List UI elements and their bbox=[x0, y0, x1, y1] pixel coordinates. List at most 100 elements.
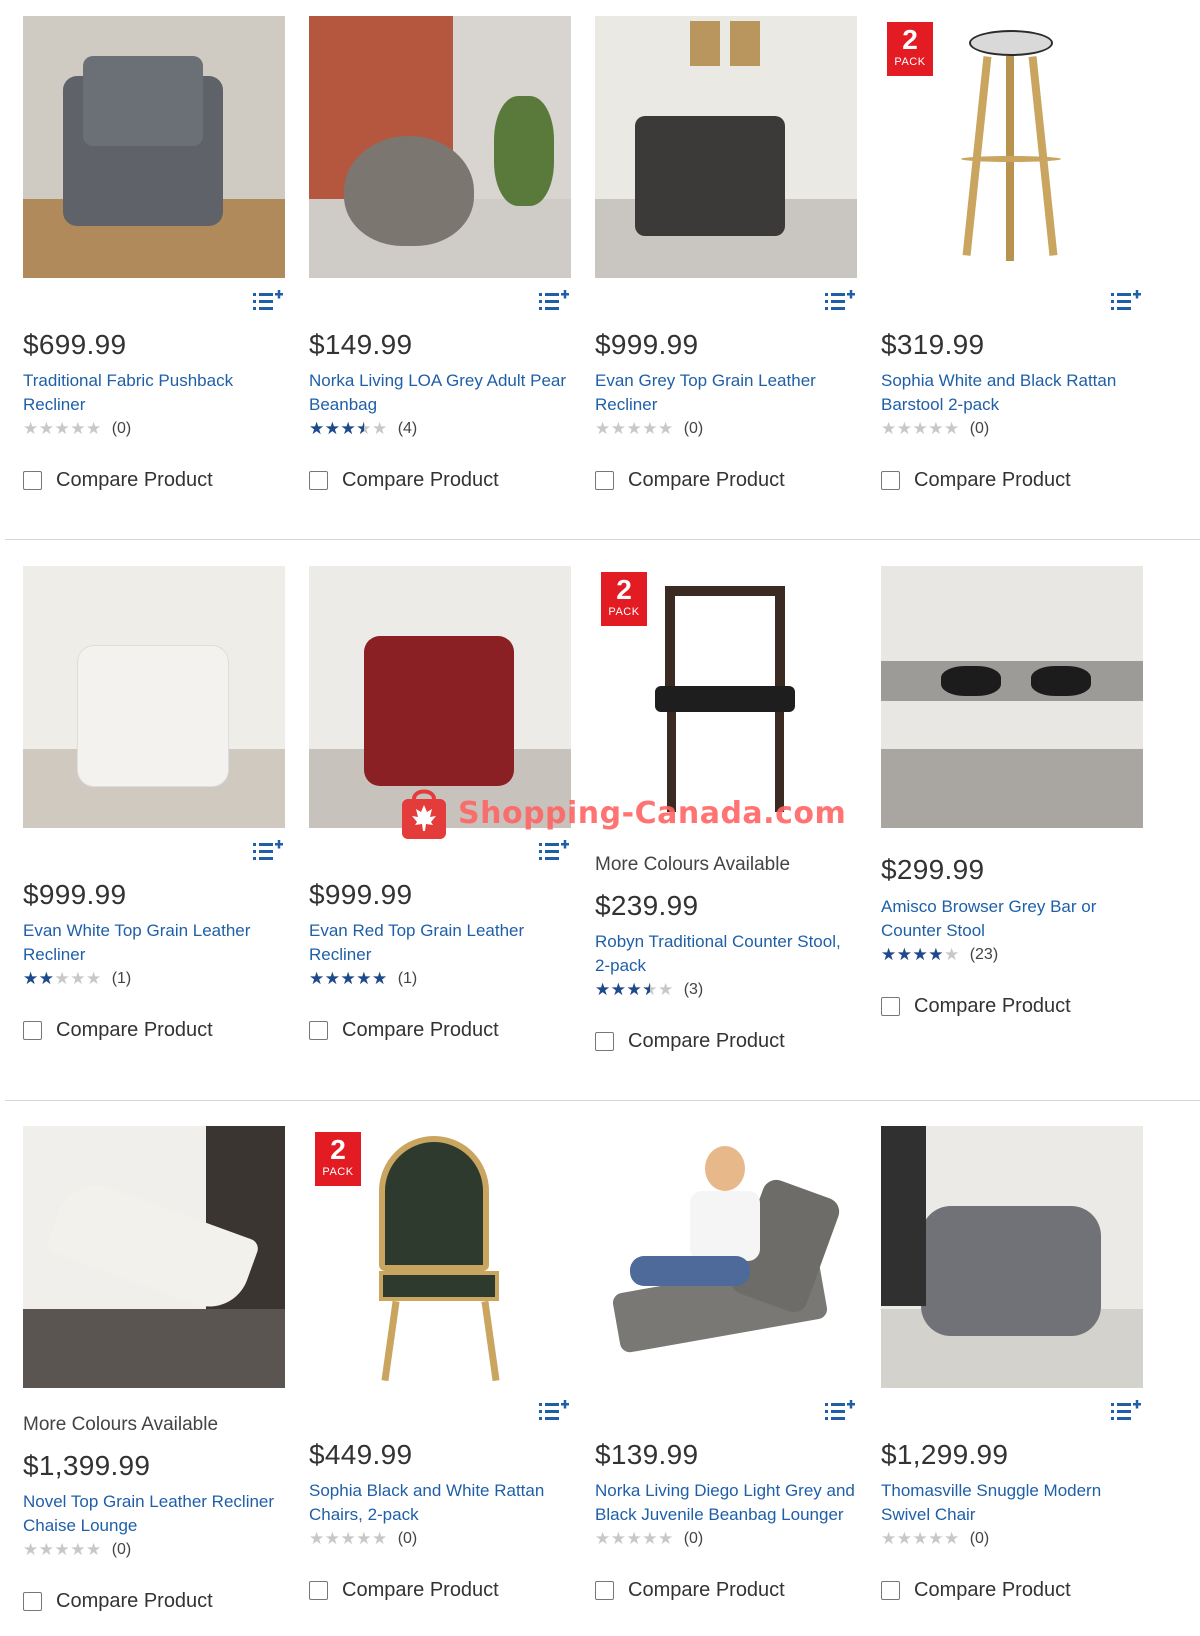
review-count: (0) bbox=[683, 420, 704, 437]
rating-stars-fill: ★★★★★ bbox=[309, 970, 388, 988]
add-to-list-icon[interactable] bbox=[253, 290, 283, 312]
product-title-link[interactable]: Norka Living LOA Grey Adult Pear Beanbag bbox=[309, 369, 571, 417]
compare-product-checkbox[interactable]: Compare Product bbox=[23, 469, 213, 492]
site-watermark: Shopping-Canada.com bbox=[398, 783, 846, 843]
product-image[interactable] bbox=[23, 16, 285, 278]
compare-product-checkbox[interactable]: Compare Product bbox=[595, 1579, 785, 1602]
checkbox[interactable] bbox=[309, 1581, 328, 1600]
product-image[interactable] bbox=[595, 1126, 857, 1388]
product-title-link[interactable]: Evan White Top Grain Leather Recliner bbox=[23, 919, 285, 967]
product-title-link[interactable]: Sophia Black and White Rattan Chairs, 2-… bbox=[309, 1479, 571, 1527]
product-image[interactable]: 2 PACK bbox=[881, 16, 1143, 278]
rating-stars-fill: ★★★★★ bbox=[595, 981, 650, 999]
product-title-link[interactable]: Norka Living Diego Light Grey and Black … bbox=[595, 1479, 857, 1527]
product-price: $999.99 bbox=[23, 879, 127, 910]
product-price: $1,299.99 bbox=[881, 1439, 1009, 1470]
review-count: (0) bbox=[969, 420, 990, 437]
checkbox[interactable] bbox=[595, 1581, 614, 1600]
product-rating[interactable]: ★★★★★★★★★★ (0) bbox=[881, 1530, 989, 1548]
product-image[interactable] bbox=[881, 566, 1143, 828]
compare-label: Compare Product bbox=[56, 469, 213, 491]
product-title-link[interactable]: Amisco Browser Grey Bar or Counter Stool bbox=[881, 895, 1143, 943]
product-rating[interactable]: ★★★★★★★★★★ (0) bbox=[23, 420, 131, 438]
product-price: $149.99 bbox=[309, 329, 413, 360]
add-to-list-icon[interactable] bbox=[539, 290, 569, 312]
product-price: $999.99 bbox=[309, 879, 413, 910]
add-to-list-icon[interactable] bbox=[1111, 290, 1141, 312]
compare-label: Compare Product bbox=[342, 469, 499, 491]
product-price: $239.99 bbox=[595, 890, 699, 921]
product-image[interactable] bbox=[23, 1126, 285, 1388]
product-title-link[interactable]: Traditional Fabric Pushback Recliner bbox=[23, 369, 285, 417]
add-to-list-icon[interactable] bbox=[539, 840, 569, 862]
checkbox[interactable] bbox=[881, 997, 900, 1016]
add-to-list-icon[interactable] bbox=[825, 1400, 855, 1422]
product-image[interactable] bbox=[881, 1126, 1143, 1388]
compare-product-checkbox[interactable]: Compare Product bbox=[309, 1019, 499, 1042]
add-to-list-icon[interactable] bbox=[253, 840, 283, 862]
product-title-link[interactable]: Thomasville Snuggle Modern Swivel Chair bbox=[881, 1479, 1143, 1527]
compare-product-checkbox[interactable]: Compare Product bbox=[881, 1579, 1071, 1602]
product-image[interactable] bbox=[23, 566, 285, 828]
checkbox[interactable] bbox=[881, 471, 900, 490]
compare-product-checkbox[interactable]: Compare Product bbox=[23, 1590, 213, 1613]
product-price: $139.99 bbox=[595, 1439, 699, 1470]
review-count: (0) bbox=[111, 1541, 132, 1558]
compare-product-checkbox[interactable]: Compare Product bbox=[595, 1030, 785, 1053]
product-rating[interactable]: ★★★★★★★★★★ (4) bbox=[309, 420, 417, 438]
product-image[interactable] bbox=[595, 16, 857, 278]
compare-product-checkbox[interactable]: Compare Product bbox=[881, 995, 1071, 1018]
product-rating[interactable]: ★★★★★★★★★★ (3) bbox=[595, 981, 703, 999]
compare-product-checkbox[interactable]: Compare Product bbox=[309, 1579, 499, 1602]
product-rating[interactable]: ★★★★★★★★★★ (0) bbox=[595, 420, 703, 438]
row-divider bbox=[5, 539, 1200, 540]
product-price: $319.99 bbox=[881, 329, 985, 360]
compare-product-checkbox[interactable]: Compare Product bbox=[23, 1019, 213, 1042]
add-to-list-icon[interactable] bbox=[1111, 1400, 1141, 1422]
product-rating[interactable]: ★★★★★★★★★★ (1) bbox=[309, 970, 417, 988]
product-rating[interactable]: ★★★★★★★★★★ (0) bbox=[309, 1530, 417, 1548]
compare-label: Compare Product bbox=[914, 1579, 1071, 1601]
product-title-link[interactable]: Evan Red Top Grain Leather Recliner bbox=[309, 919, 571, 967]
product-rating[interactable]: ★★★★★★★★★★ (1) bbox=[23, 970, 131, 988]
checkbox[interactable] bbox=[23, 1021, 42, 1040]
maple-leaf-bag-icon bbox=[398, 785, 450, 841]
product-title-link[interactable]: Robyn Traditional Counter Stool, 2-pack bbox=[595, 930, 857, 978]
add-to-list-icon[interactable] bbox=[539, 1400, 569, 1422]
two-pack-badge: 2 PACK bbox=[887, 22, 933, 76]
review-count: (4) bbox=[397, 420, 418, 437]
two-pack-badge: 2 PACK bbox=[601, 572, 647, 626]
compare-label: Compare Product bbox=[342, 1579, 499, 1601]
checkbox[interactable] bbox=[595, 471, 614, 490]
compare-product-checkbox[interactable]: Compare Product bbox=[309, 469, 499, 492]
product-rating[interactable]: ★★★★★★★★★★ (23) bbox=[881, 946, 998, 964]
product-title-link[interactable]: Novel Top Grain Leather Recliner Chaise … bbox=[23, 1490, 285, 1538]
rating-stars: ★★★★★★★★★★ bbox=[309, 969, 388, 988]
rating-stars: ★★★★★★★★★★ bbox=[23, 419, 102, 438]
review-count: (0) bbox=[111, 420, 132, 437]
checkbox[interactable] bbox=[309, 1021, 328, 1040]
product-title-link[interactable]: Sophia White and Black Rattan Barstool 2… bbox=[881, 369, 1143, 417]
product-image[interactable] bbox=[309, 16, 571, 278]
checkbox[interactable] bbox=[23, 471, 42, 490]
product-image[interactable]: 2 PACK bbox=[309, 1126, 571, 1388]
product-rating[interactable]: ★★★★★★★★★★ (0) bbox=[23, 1541, 131, 1559]
review-count: (23) bbox=[969, 946, 999, 963]
product-title-link[interactable]: Evan Grey Top Grain Leather Recliner bbox=[595, 369, 857, 417]
add-to-list-icon[interactable] bbox=[825, 290, 855, 312]
product-rating[interactable]: ★★★★★★★★★★ (0) bbox=[595, 1530, 703, 1548]
compare-product-checkbox[interactable]: Compare Product bbox=[595, 469, 785, 492]
availability-note: More Colours Available bbox=[23, 1414, 219, 1435]
compare-product-checkbox[interactable]: Compare Product bbox=[881, 469, 1071, 492]
checkbox[interactable] bbox=[595, 1032, 614, 1051]
rating-stars: ★★★★★★★★★★ bbox=[595, 1529, 674, 1548]
rating-stars: ★★★★★★★★★★ bbox=[309, 1529, 388, 1548]
compare-label: Compare Product bbox=[628, 469, 785, 491]
checkbox[interactable] bbox=[23, 1592, 42, 1611]
review-count: (0) bbox=[397, 1530, 418, 1547]
checkbox[interactable] bbox=[309, 471, 328, 490]
product-rating[interactable]: ★★★★★★★★★★ (0) bbox=[881, 420, 989, 438]
checkbox[interactable] bbox=[881, 1581, 900, 1600]
rating-stars-fill: ★★★★★ bbox=[23, 970, 55, 988]
review-count: (3) bbox=[683, 981, 704, 998]
